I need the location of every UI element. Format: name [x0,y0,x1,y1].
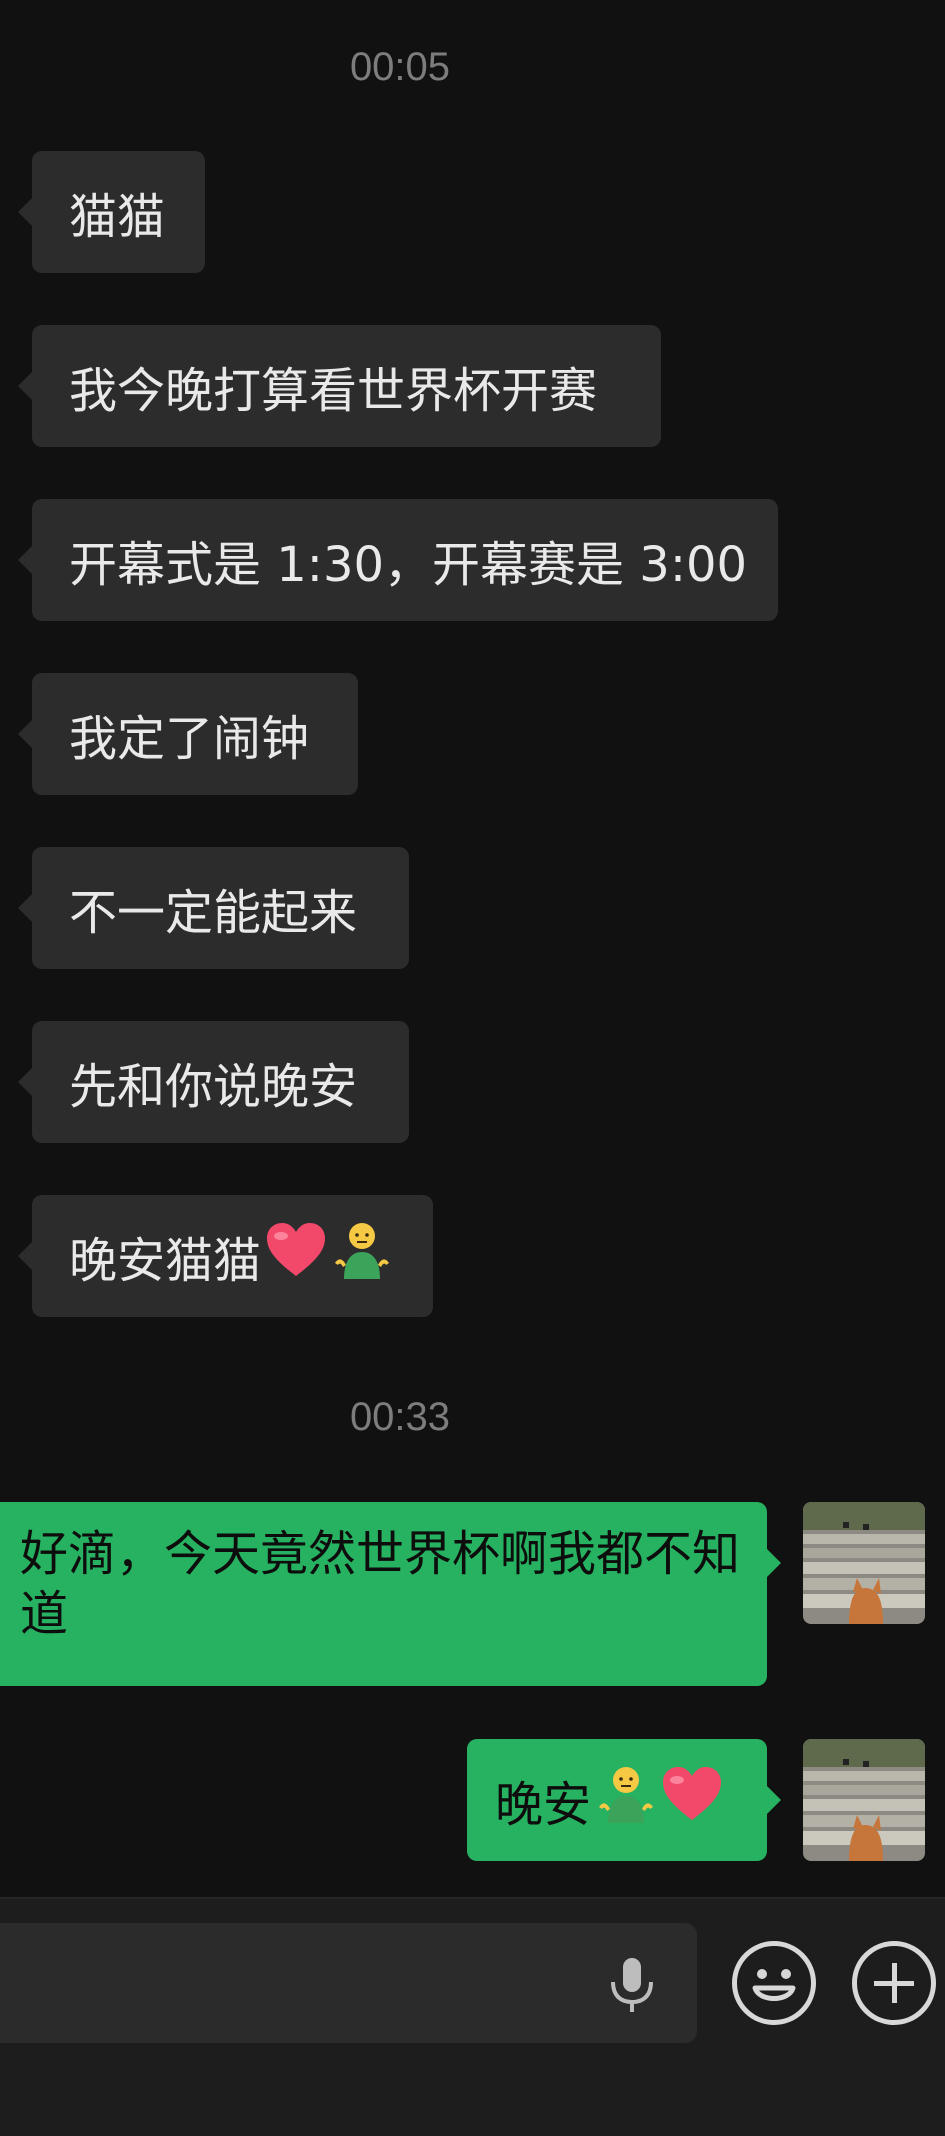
message-text: 我今晚打算看世界杯开赛 [69,363,598,419]
message-incoming[interactable]: 我定了闹钟 [18,673,358,795]
heart-emoji-icon [265,1222,327,1290]
message-outgoing[interactable]: 好滴，今天竟然世界杯啊我都不知道 [0,1502,781,1686]
message-incoming[interactable]: 我今晚打算看世界杯开赛 [18,325,661,447]
shrug-emoji-icon [595,1763,657,1837]
smiley-icon[interactable] [732,1941,816,2025]
message-text: 不一定能起来 [69,885,358,941]
message-text: 我定了闹钟 [69,711,310,767]
timestamp: 00:05 [349,45,451,89]
message-incoming[interactable]: 晚安猫猫 [18,1195,433,1317]
message-incoming[interactable]: 先和你说晚安 [18,1021,409,1143]
avatar[interactable] [803,1739,925,1861]
shrug-emoji-icon [331,1219,393,1293]
plus-icon[interactable] [852,1941,936,2025]
avatar[interactable] [803,1502,925,1624]
message-input[interactable] [0,1923,697,2043]
message-outgoing[interactable]: 晚安 [467,1739,781,1861]
message-text: 晚安 [495,1777,592,1833]
message-text: 先和你说晚安 [69,1059,358,1115]
message-text: 晚安猫猫 [69,1233,262,1289]
message-incoming[interactable]: 猫猫 [18,151,205,273]
message-text: 猫猫 [69,189,166,245]
timestamp: 00:33 [349,1395,451,1439]
input-bar [0,1897,945,2136]
microphone-icon[interactable] [605,1956,659,2016]
message-incoming[interactable]: 不一定能起来 [18,847,409,969]
heart-emoji-icon [661,1766,723,1834]
message-incoming[interactable]: 开幕式是 1:30，开幕赛是 3:00 [18,499,778,621]
message-text: 好滴，今天竟然世界杯啊我都不知道 [20,1526,741,1642]
message-text: 开幕式是 1:30，开幕赛是 3:00 [69,537,748,593]
